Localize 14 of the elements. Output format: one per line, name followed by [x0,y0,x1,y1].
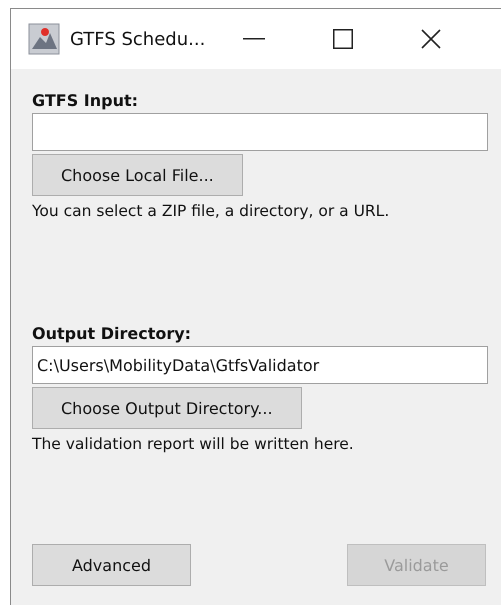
close-icon[interactable] [421,29,442,49]
app-icon [28,23,60,55]
choose-button[interactable]: Choose Local File... [32,154,243,196]
input-field[interactable] [32,113,488,151]
hint-text: The validation report will be written here. [32,435,355,453]
minimize-icon[interactable] [243,38,266,40]
input-field[interactable]: C:\Users\MobilityData\GtfsValidator [32,346,488,384]
window-title: GTFS Schedu... [70,28,206,50]
choose-button[interactable]: Choose Output Directory... [32,387,302,429]
section-label: GTFS Input: [32,91,140,110]
action-button[interactable]: Advanced [32,544,191,586]
section-label: Output Directory: [32,324,192,343]
maximize-icon[interactable] [333,29,354,49]
hint-text: You can select a ZIP file, a directory, or a URL. [32,202,390,220]
